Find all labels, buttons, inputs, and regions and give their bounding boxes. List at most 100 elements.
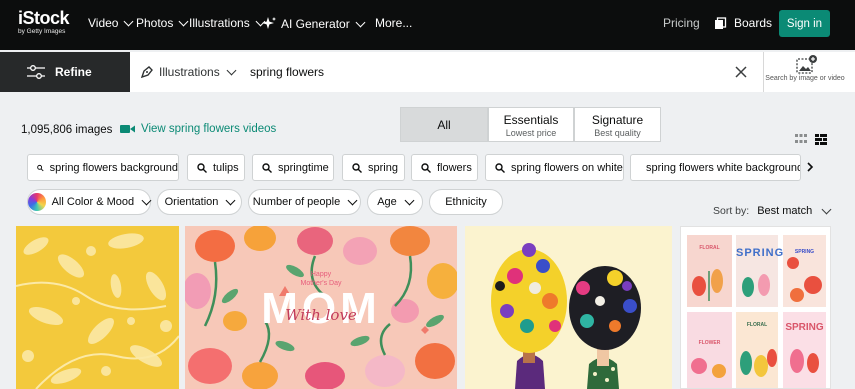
filter-label: Ethnicity [445, 196, 487, 208]
chevron-down-icon [124, 16, 134, 26]
chevron-down-icon [141, 195, 152, 205]
search-icon [197, 162, 207, 173]
color-mood-filter[interactable]: All Color & Mood [27, 189, 152, 215]
related-search-label: spring flowers on white [511, 161, 623, 174]
search-icon [495, 162, 505, 173]
refine-label: Refine [55, 65, 92, 79]
poster-tile: SPRING [783, 235, 826, 307]
related-search-chip[interactable]: spring flowers white background [630, 154, 801, 181]
number-of-people-filter[interactable]: Number of people [248, 189, 361, 215]
image-search-icon [796, 55, 817, 74]
nav-photos-label: Photos [136, 16, 174, 30]
result-count: 1,095,806 images [21, 124, 113, 136]
sort-value: Best match [757, 205, 813, 217]
search-icon [352, 162, 362, 173]
pen-nib-icon [140, 66, 153, 79]
nav-boards[interactable]: Boards [714, 16, 772, 30]
logo-subtitle: by Getty Images [18, 28, 66, 35]
related-search-chip[interactable]: spring [342, 154, 405, 181]
chevron-right-icon[interactable] [806, 162, 814, 172]
search-by-image-label: Search by image or video [765, 75, 845, 82]
view-videos-link[interactable]: View spring flowers videos [120, 123, 276, 135]
boards-icon [715, 16, 727, 29]
result-thumbnail[interactable] [465, 226, 672, 389]
result-thumbnail[interactable] [16, 226, 179, 389]
media-type-select[interactable]: Illustrations [140, 65, 237, 79]
nav-more[interactable]: More... [375, 16, 412, 30]
related-search-chip[interactable]: springtime [252, 154, 334, 181]
filter-sliders-icon [27, 65, 45, 79]
nav-illustrations-label: Illustrations [189, 16, 250, 30]
age-filter[interactable]: Age [367, 189, 423, 215]
search-by-image-button[interactable]: Search by image or video [763, 52, 855, 92]
related-search-chip[interactable]: tulips [187, 154, 245, 181]
nav-ai-generator-label: AI Generator [281, 17, 350, 31]
poster-tile: FLOWER [687, 312, 732, 388]
sort-dropdown[interactable]: Sort by: Best match [713, 204, 832, 217]
clear-search-icon[interactable] [734, 65, 748, 79]
license-title: Essentials [503, 113, 559, 127]
nav-boards-label: Boards [734, 16, 773, 30]
license-subtitle: Best quality [594, 128, 641, 138]
sparkle-icon [262, 17, 276, 29]
poster-tile: SPRING [736, 235, 785, 307]
orientation-filter[interactable]: Orientation [157, 189, 242, 215]
chevron-down-icon [821, 204, 832, 214]
nav-video-label: Video [88, 16, 119, 30]
search-icon [262, 162, 272, 173]
related-search-label: springtime [278, 161, 329, 174]
video-camera-icon [120, 125, 135, 133]
chevron-down-icon [226, 65, 237, 75]
istock-logo[interactable]: iStock by Getty Images [18, 9, 80, 36]
nav-ai-generator[interactable]: AI Generator [261, 16, 366, 32]
related-search-chip[interactable]: spring flowers background [27, 154, 179, 181]
chevron-down-icon [404, 195, 415, 205]
poster-tile: FLORAL [736, 312, 778, 388]
chevron-down-icon [178, 16, 189, 26]
license-title: Signature [591, 113, 644, 127]
license-essentials-tab[interactable]: Essentials Lowest price [488, 107, 574, 142]
filter-label: Number of people [252, 196, 341, 208]
related-search-chip[interactable]: flowers [411, 154, 478, 181]
grid-view-icon[interactable] [795, 134, 807, 144]
related-search-label: spring flowers white background [646, 161, 801, 174]
nav-illustrations[interactable]: Illustrations [189, 16, 266, 30]
flower-illustration [740, 349, 777, 377]
sort-label: Sort by: [713, 205, 750, 217]
related-search-chip[interactable]: spring flowers on white [485, 154, 624, 181]
flower-illustration [691, 358, 726, 378]
view-toggle [795, 134, 827, 145]
nav-pricing[interactable]: Pricing [663, 16, 700, 30]
result-thumbnail[interactable]: Happy Mother's Day MOM With love [185, 226, 457, 389]
chevron-down-icon [225, 195, 236, 205]
search-input[interactable] [250, 62, 720, 82]
view-videos-label: View spring flowers videos [141, 123, 277, 135]
related-search-label: tulips [213, 161, 239, 174]
license-all-tab[interactable]: All [400, 107, 488, 142]
chevron-down-icon [347, 195, 358, 205]
color-wheel-icon [28, 193, 46, 211]
flower-illustration [742, 274, 770, 297]
flower-illustration [787, 257, 822, 302]
floral-pattern-illustration [16, 233, 179, 389]
sign-in-button[interactable]: Sign in [779, 10, 830, 37]
poster-tile: FLORAL [687, 235, 732, 307]
related-search-label: flowers [437, 161, 472, 174]
mosaic-view-icon[interactable] [815, 134, 827, 145]
result-thumbnail[interactable]: FLORAL SPRING SPRING FLOWER FLORAL SPRIN… [680, 226, 831, 389]
nav-video[interactable]: Video [88, 16, 134, 30]
filter-label: Orientation [164, 196, 219, 208]
refine-button[interactable]: Refine [0, 52, 130, 92]
nav-photos[interactable]: Photos [136, 16, 189, 30]
card-script-text: With love [285, 306, 357, 324]
nav-pricing-label: Pricing [663, 16, 700, 30]
related-search-label: spring flowers background [49, 161, 178, 174]
ethnicity-filter[interactable]: Ethnicity [429, 189, 503, 215]
license-signature-tab[interactable]: Signature Best quality [574, 107, 661, 142]
poster-label: SPRING [736, 247, 785, 259]
search-bar: Illustrations [130, 52, 763, 92]
flower-hair-women-illustration [491, 243, 641, 389]
license-title: All [437, 118, 451, 132]
flower-illustration [692, 269, 723, 301]
poster-label: SPRING [785, 322, 824, 333]
